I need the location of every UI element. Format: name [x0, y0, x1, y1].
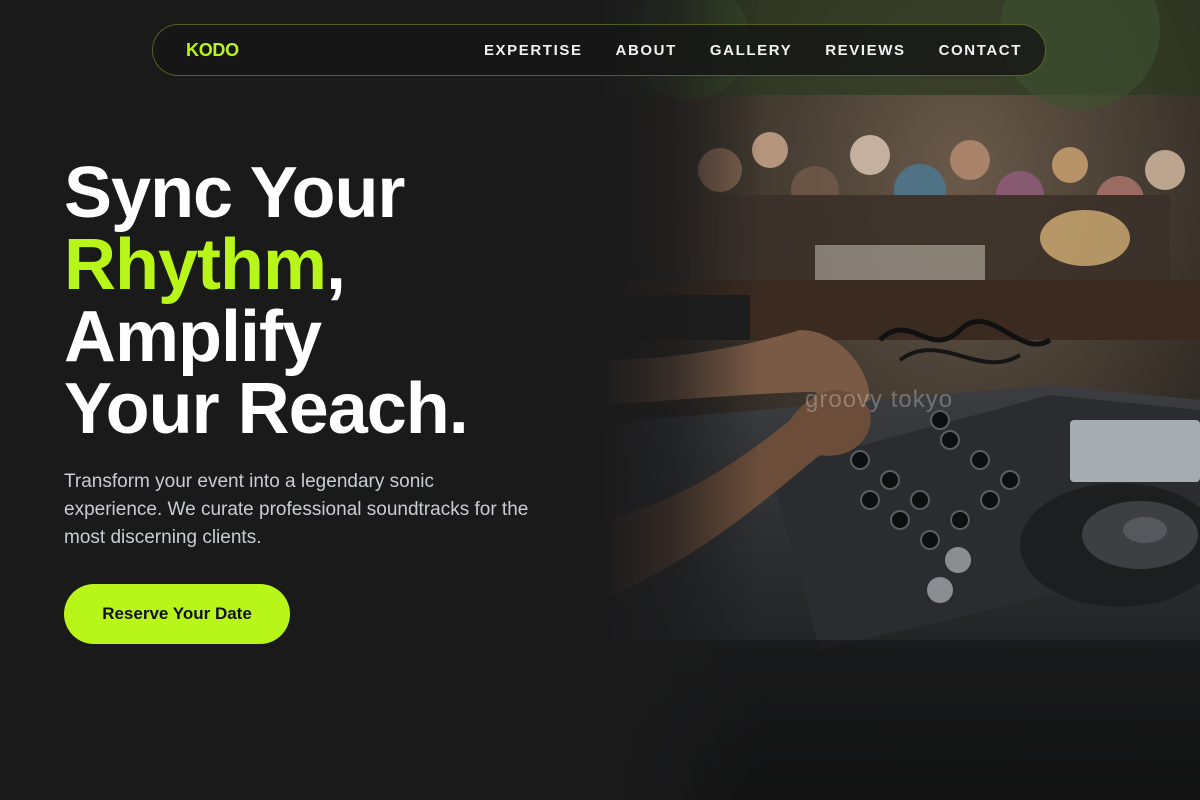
hero-subcopy: Transform your event into a legendary so…	[64, 471, 529, 548]
nav-link-about[interactable]: ABOUT	[616, 42, 677, 59]
top-navbar: KODO EXPERTISE ABOUT GALLERY REVIEWS CON…	[152, 24, 1046, 76]
nav-link-contact[interactable]: CONTACT	[939, 42, 1022, 59]
image-left-fade-overlay	[600, 0, 760, 800]
hero-headline: Sync Your Rhythm, Amplify Your Reach.	[64, 153, 469, 449]
nav-links: EXPERTISE ABOUT GALLERY REVIEWS CONTACT	[484, 42, 1022, 59]
image-watermark: groovy tokyo	[805, 386, 954, 413]
headline-line-2: Rhythm,	[64, 229, 468, 301]
reserve-date-button[interactable]: Reserve Your Date	[64, 584, 290, 644]
headline-comma: ,	[326, 225, 346, 305]
headline-line-3: Amplify	[64, 297, 322, 377]
brand-logo[interactable]: KODO	[186, 40, 239, 61]
headline-accent-word: Rhythm	[64, 225, 327, 305]
headline-line-1: Sync Your	[64, 153, 405, 233]
nav-link-gallery[interactable]: GALLERY	[710, 42, 792, 59]
headline-line-4: Your Reach.	[64, 369, 469, 449]
nav-link-reviews[interactable]: REVIEWS	[825, 42, 905, 59]
nav-link-expertise[interactable]: EXPERTISE	[484, 42, 583, 59]
